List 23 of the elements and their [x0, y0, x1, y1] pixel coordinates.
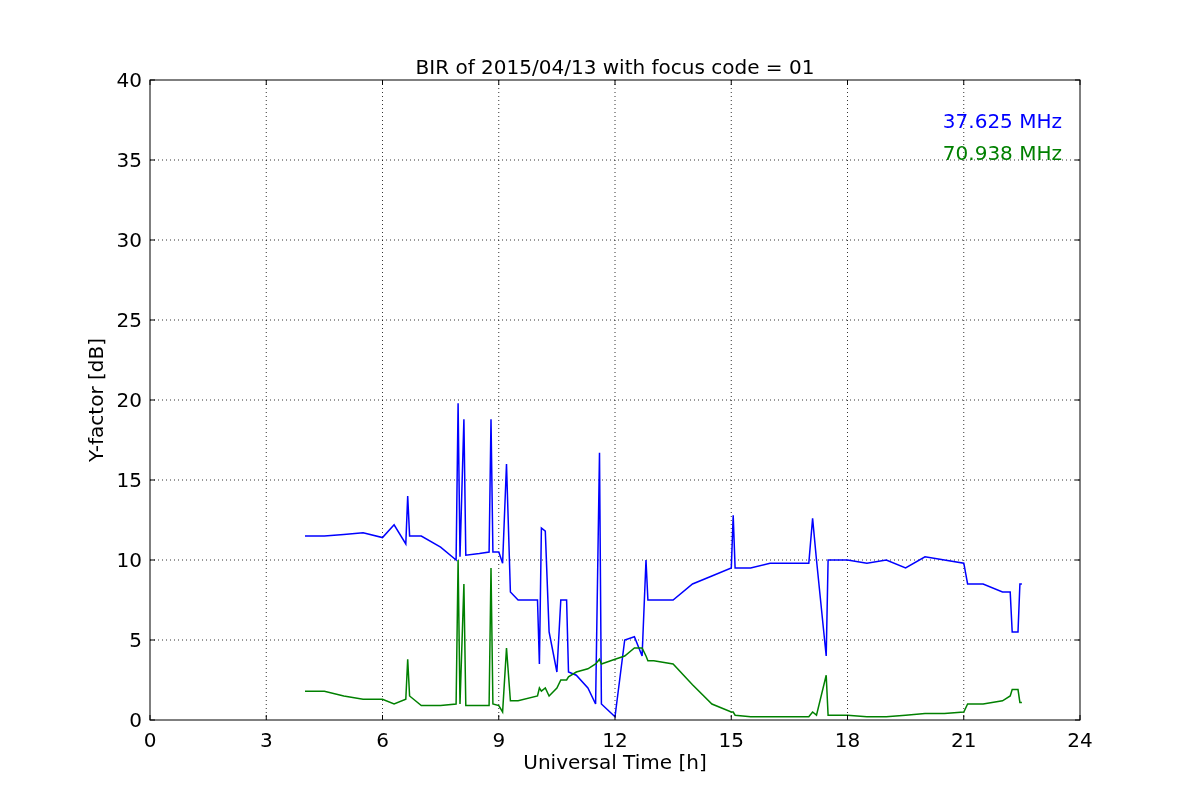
tick-label: 15	[116, 468, 142, 492]
legend-label: 37.625 MHz	[942, 109, 1062, 133]
tick-label: 25	[116, 308, 142, 332]
tick-label: 0	[129, 708, 142, 732]
tick-label: 9	[492, 728, 506, 752]
legend-label: 70.938 MHz	[942, 141, 1062, 165]
tick-label: 15	[718, 728, 744, 752]
chart-title: BIR of 2015/04/13 with focus code = 01	[415, 55, 815, 79]
y-axis-label: Y-factor [dB]	[84, 338, 108, 462]
tick-label: 5	[129, 628, 142, 652]
tick-label: 18	[834, 728, 861, 752]
tick-label: 20	[116, 388, 142, 412]
tick-label: 12	[602, 728, 628, 752]
tick-label: 3	[259, 728, 273, 752]
tick-label: 0	[143, 728, 157, 752]
tick-label: 21	[951, 728, 977, 752]
x-axis-label: Universal Time [h]	[523, 750, 707, 774]
tick-label: 24	[1067, 728, 1093, 752]
tick-label: 10	[116, 548, 142, 572]
tick-label: 35	[116, 148, 142, 172]
tick-label: 6	[376, 728, 389, 752]
tick-label: 30	[116, 228, 142, 252]
tick-label: 40	[116, 68, 142, 92]
